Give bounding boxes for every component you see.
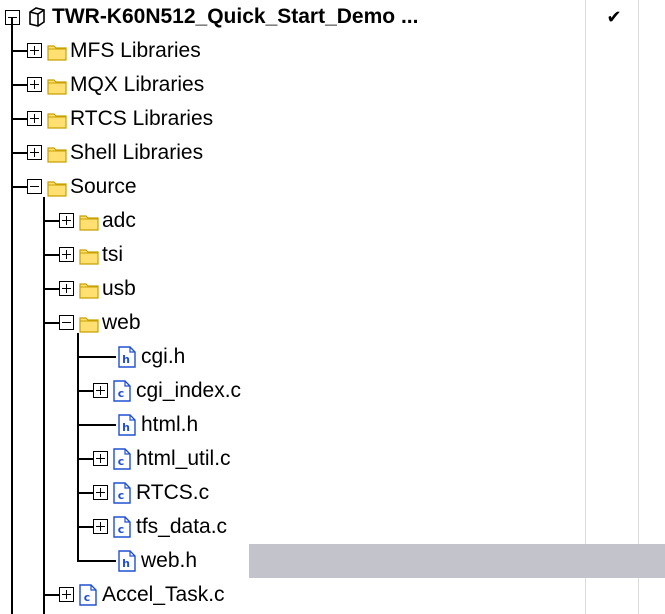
tree-row-tsi[interactable]: tsi: [0, 238, 665, 272]
folder-icon: [47, 181, 67, 197]
svg-text:c: c: [118, 523, 125, 536]
expand-plus-icon[interactable]: [59, 587, 74, 602]
expand-plus-icon[interactable]: [59, 247, 74, 262]
expand-plus-icon[interactable]: [59, 213, 74, 228]
tree-item-label: html_util.c: [136, 447, 231, 470]
tree-row-cgi-index-c[interactable]: c cgi_index.c: [0, 374, 665, 408]
tree-row-tfs-data-c[interactable]: c tfs_data.c: [0, 510, 665, 544]
tree-connector: [77, 492, 93, 494]
tree-connector: [77, 390, 93, 392]
tree-item-label: cgi.h: [141, 345, 186, 368]
tree-row-mqx-libraries[interactable]: MQX Libraries: [0, 68, 665, 102]
expand-plus-icon[interactable]: [93, 519, 108, 534]
c-file-icon: c: [113, 482, 131, 504]
tree-item-label: web: [102, 311, 141, 334]
project-root-row[interactable]: TWR-K60N512_Quick_Start_Demo ... ✔: [0, 0, 665, 34]
tree-connector: [11, 50, 27, 52]
folder-icon: [79, 215, 99, 231]
tree-connector: [43, 594, 59, 596]
tree-connector: [77, 526, 93, 528]
folder-icon: [79, 283, 99, 299]
tree-connector: [43, 220, 59, 222]
tree-connector: [43, 322, 59, 324]
folder-icon: [47, 45, 67, 61]
tree-item-label: MFS Libraries: [70, 39, 201, 62]
tree-guide-line: [43, 197, 45, 614]
folder-icon: [47, 147, 67, 163]
tree-item-label: usb: [102, 277, 136, 300]
folder-icon: [79, 249, 99, 265]
svg-text:c: c: [118, 387, 125, 400]
expand-plus-icon[interactable]: [93, 485, 108, 500]
tree-row-html-util-c[interactable]: c html_util.c: [0, 442, 665, 476]
selection-highlight: [249, 544, 665, 578]
tree-connector: [43, 288, 59, 290]
c-file-icon: c: [113, 380, 131, 402]
tree-row-adc[interactable]: adc: [0, 204, 665, 238]
tree-row-cgi-h[interactable]: h cgi.h: [0, 340, 665, 374]
tree-item-label: tfs_data.c: [136, 515, 228, 538]
tree-connector: [77, 424, 116, 426]
tree-row-web-h[interactable]: h web.h: [0, 544, 665, 578]
tree-connector: [11, 118, 27, 120]
tree-row-mfs-libraries[interactable]: MFS Libraries: [0, 34, 665, 68]
tree-item-label: MQX Libraries: [70, 73, 205, 96]
svg-text:c: c: [118, 489, 125, 502]
tree-row-usb[interactable]: usb: [0, 272, 665, 306]
tree-item-label: Source: [70, 175, 137, 198]
tree-row-rtcs-libraries[interactable]: RTCS Libraries: [0, 102, 665, 136]
tree-row-html-h[interactable]: h html.h: [0, 408, 665, 442]
svg-text:c: c: [84, 591, 91, 604]
svg-text:c: c: [118, 455, 125, 468]
expand-plus-icon[interactable]: [93, 383, 108, 398]
c-file-icon: c: [113, 516, 131, 538]
collapse-minus-icon[interactable]: [59, 315, 74, 330]
tree-item-label: tsi: [102, 243, 123, 266]
folder-icon: [47, 113, 67, 129]
tree-row-rtcs-c[interactable]: c RTCS.c: [0, 476, 665, 510]
folder-icon: [47, 79, 67, 95]
tree-item-label: Shell Libraries: [70, 141, 204, 164]
header-file-icon: h: [118, 346, 136, 368]
c-file-icon: c: [79, 584, 97, 606]
tree-item-label: RTCS Libraries: [70, 107, 214, 130]
svg-text:h: h: [122, 557, 130, 570]
tree-guide-line: [11, 17, 13, 614]
tree-row-source[interactable]: Source: [0, 170, 665, 204]
tree-connector: [43, 254, 59, 256]
expand-plus-icon[interactable]: [59, 281, 74, 296]
project-title: TWR-K60N512_Quick_Start_Demo ...: [52, 5, 419, 28]
tree-connector: [77, 560, 116, 562]
c-file-icon: c: [113, 448, 131, 470]
tree-item-label: web.h: [141, 549, 198, 572]
expand-plus-icon[interactable]: [27, 77, 42, 92]
header-file-icon: h: [118, 550, 136, 572]
tree-connector: [11, 84, 27, 86]
tree-connector: [77, 356, 116, 358]
tree-connector: [11, 152, 27, 154]
tree-row-shell-libraries[interactable]: Shell Libraries: [0, 136, 665, 170]
tree-item-label: Accel_Task.c: [102, 583, 225, 606]
tree-item-label: html.h: [141, 413, 199, 436]
header-file-icon: h: [118, 414, 136, 436]
expand-plus-icon[interactable]: [27, 111, 42, 126]
tree-row-accel-task-c[interactable]: c Accel_Task.c: [0, 578, 665, 612]
tree-connector: [77, 458, 93, 460]
tree-item-label: cgi_index.c: [136, 379, 242, 402]
tree-guide-line: [77, 333, 79, 561]
tree-item-label: RTCS.c: [136, 481, 210, 504]
expand-plus-icon[interactable]: [27, 43, 42, 58]
tree-connector: [11, 186, 27, 188]
expand-plus-icon[interactable]: [93, 451, 108, 466]
cube-icon: [29, 7, 45, 27]
collapse-minus-icon[interactable]: [27, 179, 42, 194]
folder-icon: [79, 317, 99, 333]
target-check-mark[interactable]: ✔: [604, 0, 624, 34]
project-tree: TWR-K60N512_Quick_Start_Demo ... ✔ MFS L…: [0, 0, 665, 614]
svg-text:h: h: [122, 421, 130, 434]
expand-plus-icon[interactable]: [27, 145, 42, 160]
tree-row-web[interactable]: web: [0, 306, 665, 340]
svg-text:h: h: [122, 353, 130, 366]
tree-item-label: adc: [102, 209, 136, 232]
